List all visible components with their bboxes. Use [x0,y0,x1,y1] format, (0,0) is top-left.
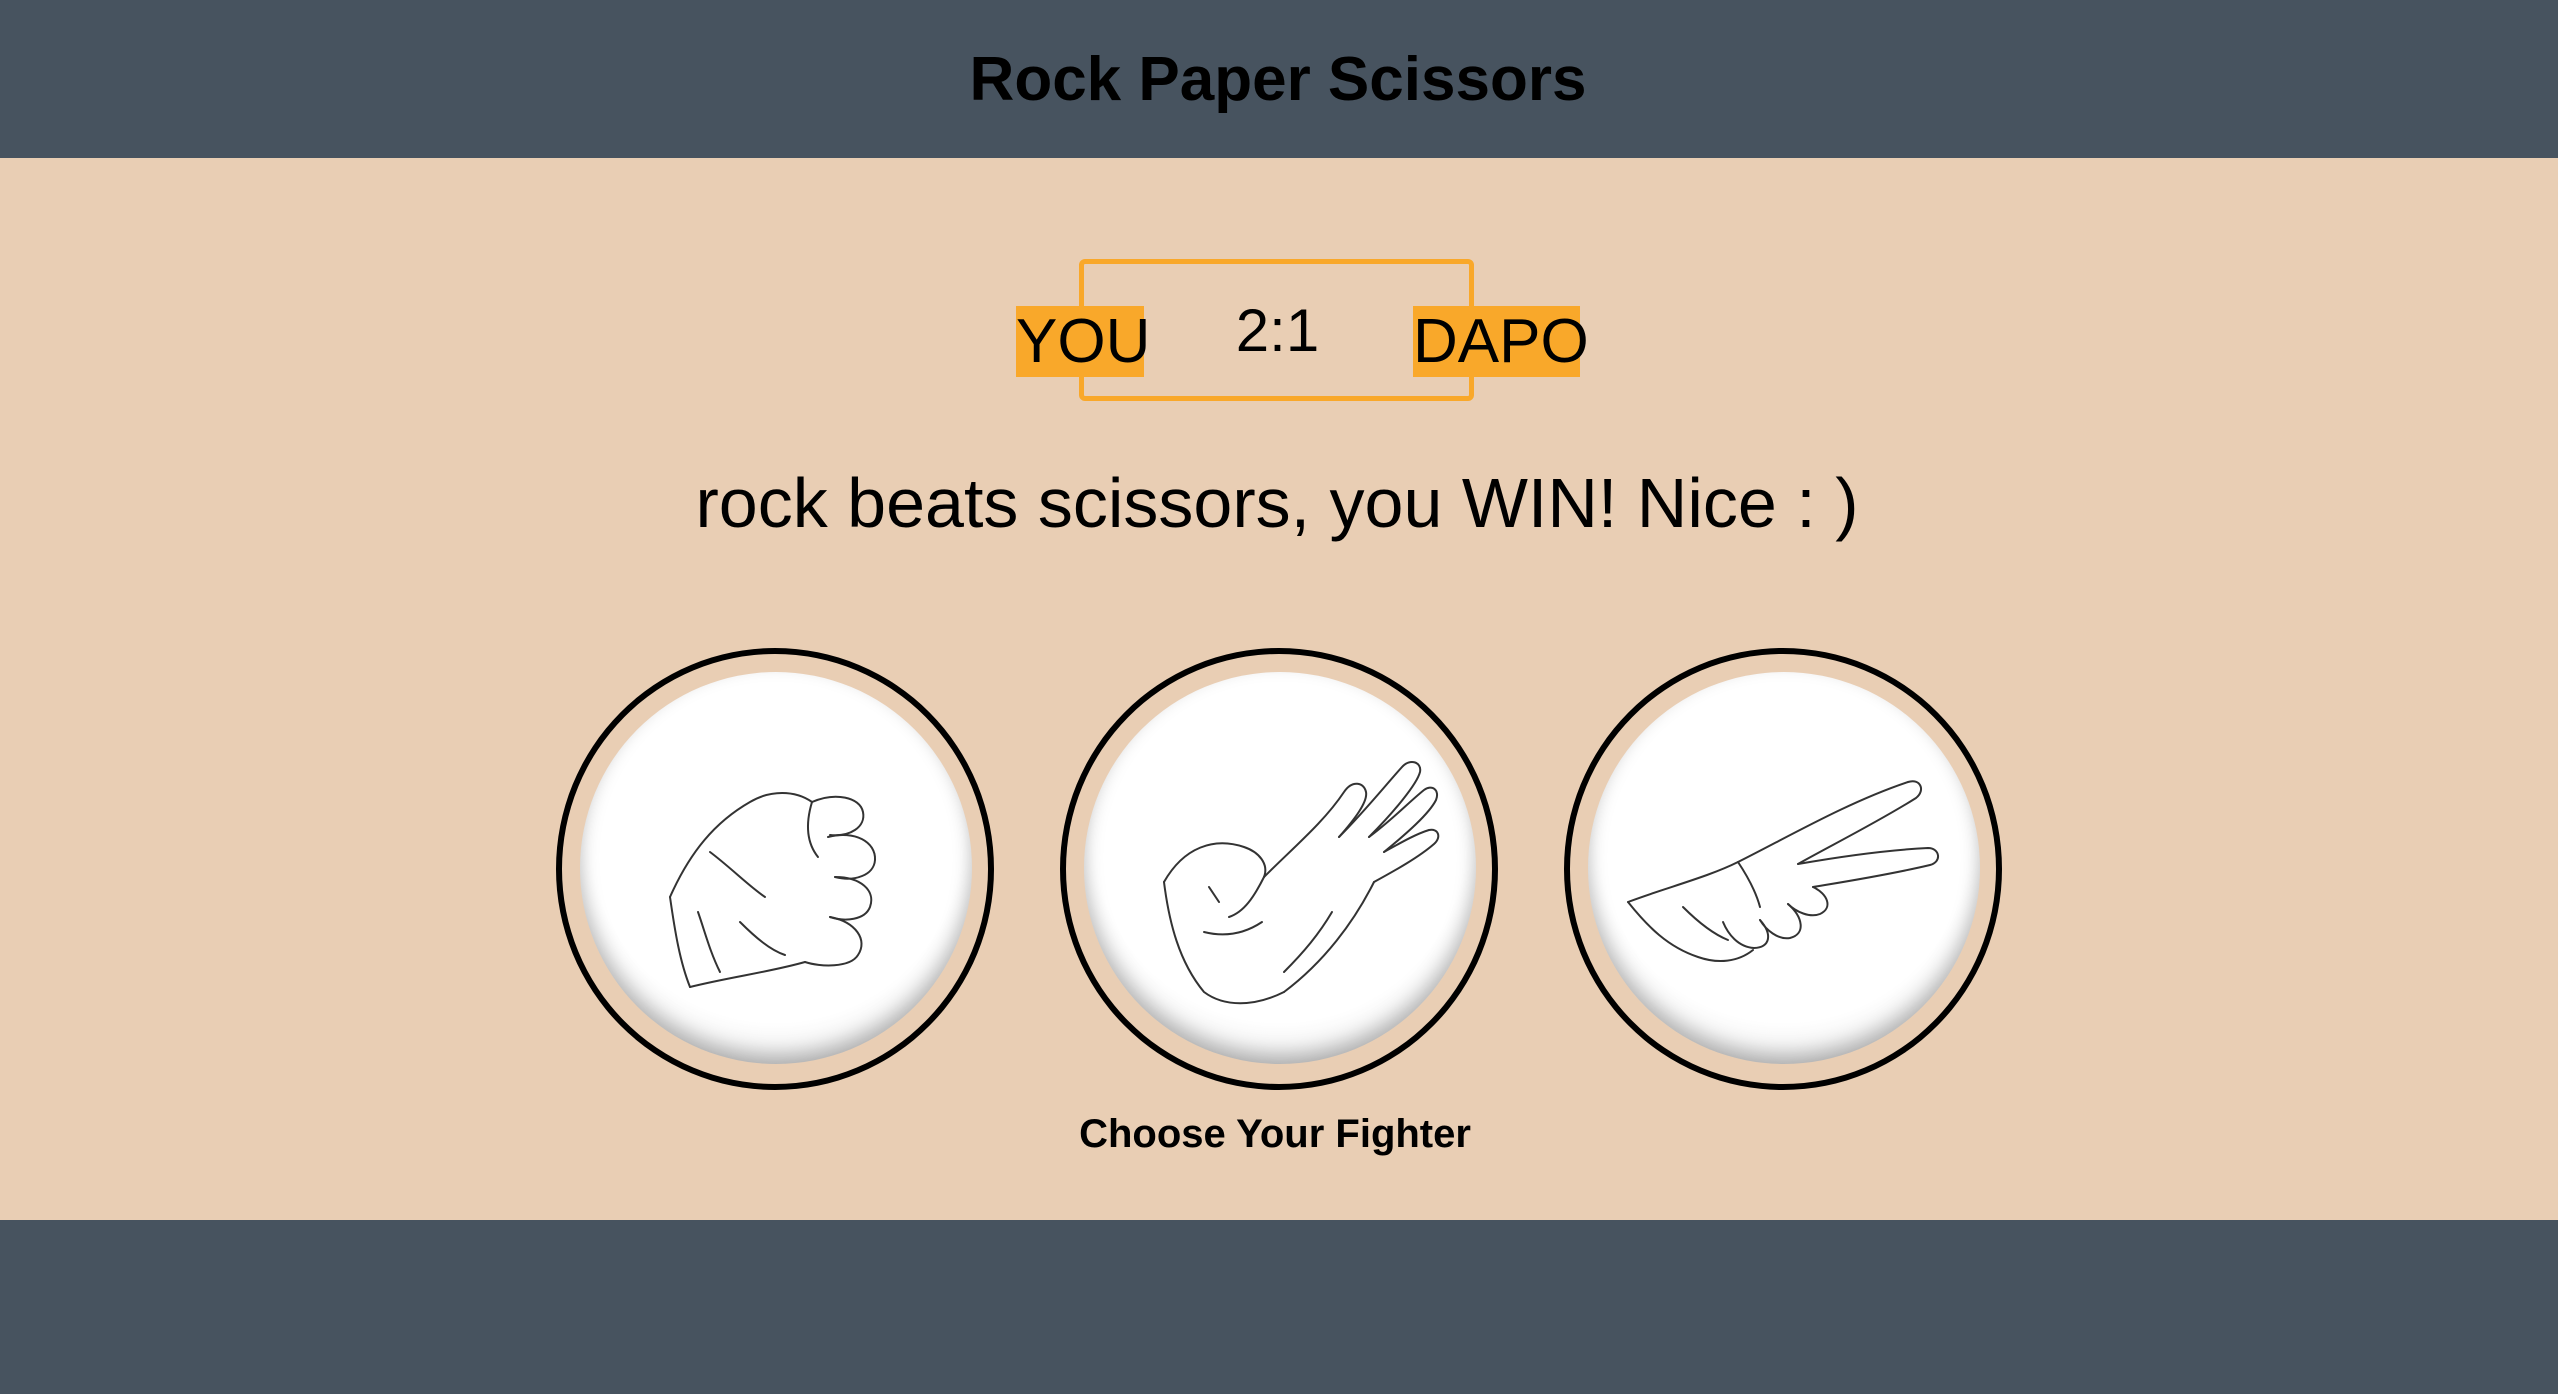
scissors-hand-icon [1627,780,1939,963]
result-message: rock beats scissors, you WIN! Nice : ) [695,464,1859,542]
paper-hand-icon [1163,760,1440,1005]
score-display: 2:1 [1235,297,1320,364]
rock-button[interactable] [556,648,994,1090]
paper-button-face [1084,672,1476,1064]
footer-bar [0,1220,2558,1394]
page-title: Rock Paper Scissors [969,44,1587,114]
rock-button-face [580,672,972,1064]
paper-button[interactable] [1060,648,1498,1090]
player-label: YOU [1016,306,1151,377]
header-bar: Rock Paper Scissors [0,0,2558,158]
choose-fighter-prompt: Choose Your Fighter [1079,1112,1471,1156]
scissors-button-face [1588,672,1980,1064]
opponent-label: DAPO [1413,306,1589,377]
scissors-button[interactable] [1564,648,2002,1090]
rock-hand-icon [669,792,877,988]
